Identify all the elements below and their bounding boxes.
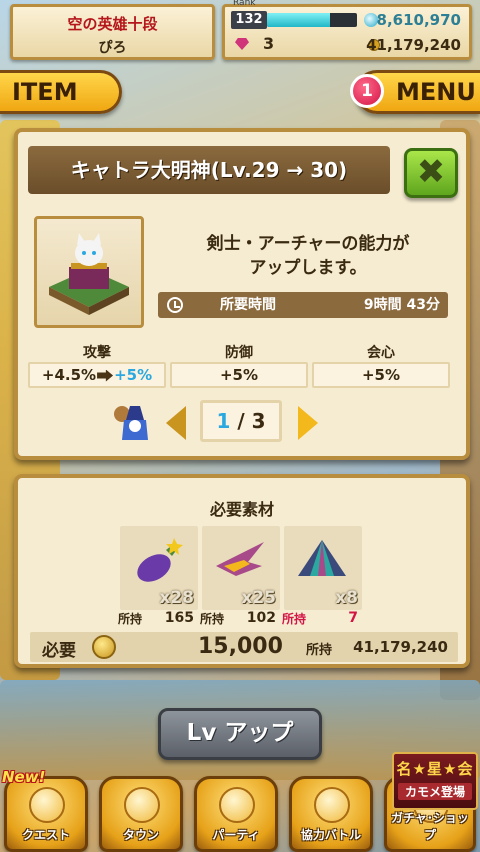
tent-icon	[298, 540, 346, 576]
gem-icon	[235, 38, 249, 50]
stat-critical-value: +5%	[312, 362, 450, 388]
material-owned-count: 102	[246, 610, 276, 626]
player-title-plate[interactable]: 空の英雄十段 ぴろ	[10, 4, 215, 60]
required-time-bar: 所要時間 9時間 43分	[158, 292, 448, 318]
arrow-right-icon	[97, 369, 114, 382]
page-current: 1	[216, 409, 231, 433]
stat-attack: 攻撃 +4.5% +5%	[28, 342, 166, 388]
gem-count: 3	[263, 34, 275, 53]
event-banner[interactable]: 名★星★会 カモメ登場	[392, 752, 478, 810]
material-required-qty: x8	[335, 588, 358, 608]
level-up-button[interactable]: Lv アップ	[158, 708, 322, 760]
required-gold-bar: 必要 15,000 所持 41,179,240	[30, 632, 458, 662]
party-icon	[219, 787, 255, 823]
next-page-arrow[interactable]	[298, 406, 318, 440]
nav-label: クエスト	[21, 828, 70, 842]
event-banner-subtitle: カモメ登場	[398, 783, 472, 800]
stone-count: 8,610,970	[376, 11, 461, 29]
material-owned: 所持 102	[200, 610, 280, 628]
material-required-qty: x25	[241, 588, 276, 608]
item-button[interactable]: ITEM	[0, 70, 122, 114]
page-total: 3	[251, 409, 266, 433]
stat-attack-name: 攻撃	[83, 345, 111, 361]
nav-label: パーティ	[212, 828, 260, 842]
nav-coop-battle-button[interactable]: 協力バトル	[289, 776, 373, 852]
nav-label: タウン	[122, 828, 159, 842]
material-required-qty: x28	[159, 588, 194, 608]
stat-attack-current: +4.5%	[41, 366, 97, 384]
clock-icon	[167, 297, 183, 313]
stat-attack-value: +4.5% +5%	[28, 362, 166, 388]
building-name-header: キャトラ大明神(Lv.29 → 30)	[28, 146, 390, 194]
required-time-label: 所要時間	[220, 297, 276, 313]
rank-label: Rank	[233, 0, 256, 8]
coop-battle-icon	[314, 787, 350, 823]
stat-attack-next: +5%	[114, 366, 153, 384]
stat-defense-value: +5%	[170, 362, 308, 388]
building-pager: 1 / 3	[18, 400, 466, 446]
player-title: 空の英雄十段	[67, 15, 158, 33]
material-card[interactable]: x25	[202, 526, 280, 610]
material-owned: 所持 165	[118, 610, 198, 628]
building-thumbnail	[34, 216, 144, 328]
exp-bar-fill	[267, 13, 330, 27]
catora-shrine-icon	[49, 233, 129, 315]
event-banner-title: 名★星★会	[396, 760, 474, 778]
menu-notification-badge: 1	[350, 74, 384, 108]
resource-plate: Rank 132 8,610,970 3 41,179,240	[222, 0, 472, 60]
required-time-value: 9時間 43分	[363, 297, 440, 313]
gold-coin-icon	[92, 635, 116, 659]
nav-party-button[interactable]: パーティ	[194, 776, 278, 852]
material-owned-label: 所持	[118, 612, 143, 626]
close-button[interactable]: ✖	[404, 148, 458, 198]
gold-count: 41,179,240	[366, 36, 461, 54]
materials-title: 必要素材	[209, 500, 274, 519]
building-upgrade-panel: キャトラ大明神(Lv.29 → 30) ✖ 剣士・アーチャーの能力が アップしま…	[14, 128, 470, 460]
material-owned-label: 所持	[282, 612, 307, 626]
material-owned: 所持 7	[282, 610, 362, 628]
required-materials-panel: 必要素材 x28 x25 x8 所持 165 所持 102 所持 7 必要 15…	[14, 474, 470, 668]
required-gold-cost: 15,000	[198, 634, 283, 659]
stat-defense: 防御 +5%	[170, 342, 308, 388]
exp-bar	[267, 13, 357, 27]
building-description: 剣士・アーチャーの能力が アップします。	[206, 234, 410, 278]
material-card[interactable]: x28	[120, 526, 198, 610]
nav-town-button[interactable]: タウン	[99, 776, 183, 852]
stat-critical-name: 会心	[367, 345, 395, 361]
town-icon	[124, 787, 160, 823]
prev-page-arrow[interactable]	[166, 406, 186, 440]
quest-icon	[29, 787, 65, 823]
swallow-icon	[216, 542, 264, 576]
nav-label: 協力バトル	[300, 828, 362, 842]
player-name: ぴろ	[98, 40, 127, 56]
stat-defense-name: 防御	[225, 345, 253, 361]
owned-gold-label: 所持	[306, 643, 333, 658]
page-indicator: 1 / 3	[200, 400, 282, 442]
nav-quest-button[interactable]: クエスト	[4, 776, 88, 852]
rank-value: 132	[231, 11, 267, 29]
eggplant-icon	[137, 538, 183, 582]
stat-critical: 会心 +5%	[312, 342, 450, 388]
material-owned-label: 所持	[200, 612, 225, 626]
page-separator: /	[237, 409, 245, 433]
material-owned-count: 165	[164, 610, 194, 626]
material-card[interactable]: x8	[284, 526, 362, 610]
status-bar: 空の英雄十段 ぴろ Rank 132 8,610,970 3 41,179,24…	[0, 0, 480, 64]
required-label: 必要	[42, 641, 76, 661]
owned-gold-value: 41,179,240	[353, 638, 448, 656]
nav-label: ガチャ･ショップ	[391, 811, 469, 842]
material-owned-count: 7	[348, 610, 358, 626]
new-badge: New!	[2, 768, 46, 786]
archer-character-icon	[114, 406, 148, 440]
